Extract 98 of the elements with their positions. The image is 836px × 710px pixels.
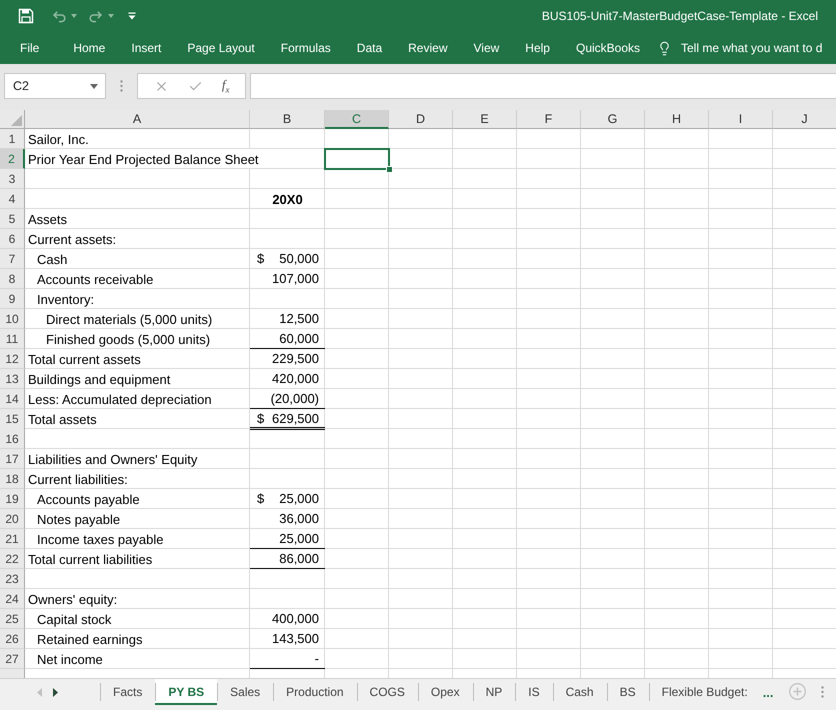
cell-value: 143,500 — [272, 630, 319, 647]
vertical-dots-icon[interactable] — [820, 686, 824, 698]
fill-handle[interactable] — [386, 166, 393, 173]
sheet-tab[interactable]: Flexible Budget: — [648, 679, 761, 705]
cell-value: 25,000 — [279, 490, 319, 507]
row-header[interactable]: 23 — [0, 569, 25, 589]
row-header[interactable]: 18 — [0, 469, 25, 489]
year-heading: 20X0 — [272, 191, 303, 208]
tell-me-field[interactable]: Tell me what you want to d — [681, 41, 836, 55]
ribbon-tab[interactable]: Data — [344, 32, 396, 64]
column-header[interactable]: H — [645, 110, 709, 129]
row-header[interactable]: 24 — [0, 589, 25, 609]
cell-value: (20,000) — [270, 390, 319, 407]
row-header[interactable]: 12 — [0, 349, 25, 369]
cell-value: 36,000 — [279, 510, 319, 527]
save-icon[interactable] — [18, 8, 34, 24]
cell-value: 629,500 — [272, 410, 319, 427]
more-sheets-button[interactable]: ... — [760, 679, 776, 705]
name-box[interactable]: C2 — [4, 73, 106, 99]
triangle-icon — [11, 115, 22, 126]
cell-value: 420,000 — [272, 370, 319, 387]
cell-value: 86,000 — [279, 550, 319, 567]
row-header[interactable]: 8 — [0, 269, 25, 289]
sheet-tab[interactable]: IS — [515, 679, 553, 705]
column-header[interactable]: C — [325, 110, 389, 129]
cell-text: Prior Year End Projected Balance Sheet — [28, 149, 259, 168]
sheet-tab[interactable]: PY BS — [155, 679, 218, 705]
sheet-tab[interactable]: BS — [606, 679, 649, 705]
currency-symbol: $ — [257, 250, 264, 267]
column-header[interactable]: I — [709, 110, 773, 129]
sheet-tab[interactable]: Sales — [217, 679, 274, 705]
sheet-tab[interactable]: Opex — [418, 679, 473, 705]
add-sheet-icon[interactable] — [788, 683, 806, 700]
vertical-dots-icon[interactable] — [120, 80, 123, 92]
row-header[interactable]: 15 — [0, 409, 25, 430]
row-header[interactable]: 22 — [0, 549, 25, 569]
select-all-button[interactable] — [0, 110, 25, 129]
row-header[interactable]: 25 — [0, 609, 25, 629]
cell-value: 107,000 — [272, 270, 319, 287]
currency-symbol: $ — [257, 490, 264, 507]
row-header[interactable]: 20 — [0, 509, 25, 529]
row-header[interactable]: 11 — [0, 329, 25, 349]
column-header[interactable]: B — [250, 110, 325, 129]
column-header[interactable]: D — [389, 110, 453, 129]
cell-value: 12,500 — [279, 310, 319, 327]
row-header[interactable]: 5 — [0, 209, 25, 229]
row-header[interactable]: 21 — [0, 529, 25, 549]
row-header[interactable]: 27 — [0, 649, 25, 669]
ribbon-tab[interactable]: Formulas — [268, 32, 344, 64]
sheet-tab[interactable]: Facts — [100, 679, 156, 705]
sheet-tab[interactable]: COGS — [356, 679, 418, 705]
row-header[interactable]: 9 — [0, 289, 25, 309]
scroll-right-button[interactable] — [53, 688, 58, 696]
row-header[interactable]: 10 — [0, 309, 25, 329]
column-header[interactable]: G — [581, 110, 645, 129]
right-triangle-icon — [53, 688, 58, 696]
row-header[interactable]: 3 — [0, 169, 25, 189]
row-header[interactable]: 17 — [0, 449, 25, 469]
column-header[interactable]: J — [773, 110, 836, 129]
insert-function-button[interactable]: f$_{x}$ — [222, 78, 230, 94]
row-header[interactable]: 7 — [0, 249, 25, 269]
row-header[interactable]: 14 — [0, 389, 25, 409]
window-title: BUS105-Unit7-MasterBudgetCase-Template - Excel — [542, 9, 818, 23]
column-header[interactable]: F — [517, 110, 581, 129]
cell-value: - — [314, 650, 319, 667]
cell-value: 25,000 — [279, 530, 319, 547]
row-header[interactable]: 2 — [0, 149, 25, 169]
row-header[interactable]: 16 — [0, 429, 25, 449]
ribbon-tab[interactable]: Insert — [118, 32, 174, 64]
customize-toolbar-icon[interactable] — [128, 12, 136, 20]
row-header[interactable]: 13 — [0, 369, 25, 389]
ribbon-tab[interactable]: QuickBooks — [562, 32, 654, 64]
row-header[interactable]: 19 — [0, 489, 25, 509]
ribbon-tab[interactable]: Page Layout — [174, 32, 268, 64]
ribbon-tab[interactable]: Help — [512, 32, 563, 64]
row-header[interactable]: 4 — [0, 189, 25, 209]
column-header[interactable]: E — [453, 110, 517, 129]
cell-value: 60,000 — [279, 330, 319, 347]
column-header[interactable]: A — [25, 110, 250, 129]
cell-value: 50,000 — [279, 250, 319, 267]
row-header[interactable]: 6 — [0, 229, 25, 249]
ribbon-tab[interactable]: File — [7, 32, 60, 64]
caret-icon[interactable] — [71, 14, 77, 18]
sheet-tab[interactable]: Production — [273, 679, 357, 705]
ribbon-tab[interactable]: Home — [60, 32, 118, 64]
currency-symbol: $ — [257, 410, 264, 427]
left-triangle-icon — [37, 688, 42, 696]
ribbon-tab[interactable]: Review — [395, 32, 460, 64]
ribbon-tab[interactable]: View — [460, 32, 512, 64]
row-header[interactable]: 26 — [0, 629, 25, 649]
sheet-tab[interactable]: NP — [472, 679, 516, 705]
row-header[interactable]: 1 — [0, 129, 25, 149]
sheet-tab[interactable]: Cash — [552, 679, 607, 705]
formula-input[interactable] — [250, 73, 836, 99]
cell-value: 229,500 — [272, 350, 319, 367]
cell-value: 400,000 — [272, 610, 319, 627]
caret-icon[interactable] — [108, 14, 114, 18]
dropdown-caret-icon[interactable] — [90, 84, 98, 88]
